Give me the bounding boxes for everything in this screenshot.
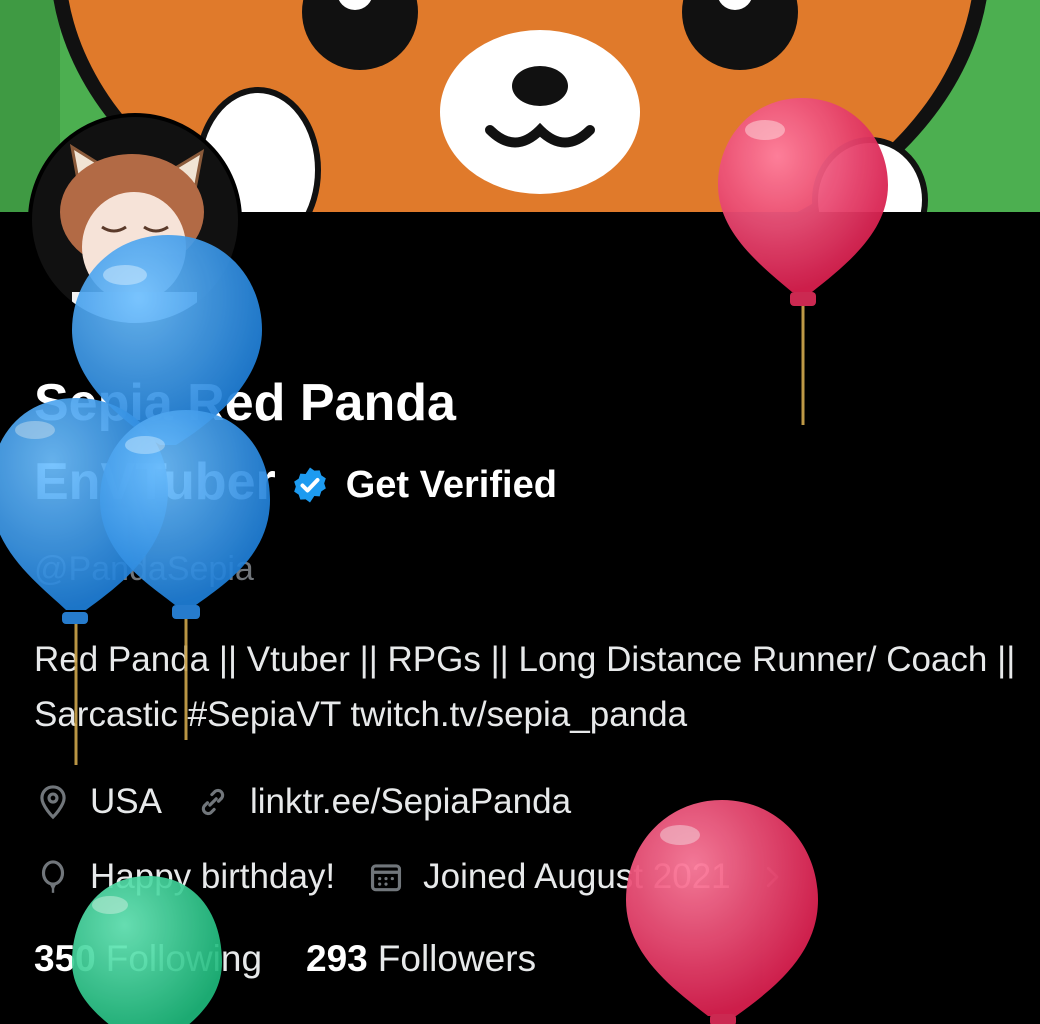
following-count: 350 <box>34 938 96 979</box>
avatar[interactable] <box>28 113 242 327</box>
location-text: USA <box>90 782 162 821</box>
display-name-line-2: EnVTuber <box>34 453 276 511</box>
location-pin-icon <box>40 785 66 820</box>
balloon-icon <box>41 860 65 893</box>
followers-link[interactable]: 293 Followers <box>306 938 536 980</box>
chevron-right-icon[interactable] <box>757 862 787 892</box>
display-name-line-2-row: EnVTuber Get Verified <box>34 452 557 515</box>
profile-meta-row-2: Happy birthday! Joined August 2021 <box>34 857 787 897</box>
follow-counts: 350 Following 293 Followers <box>34 938 536 980</box>
followers-label: Followers <box>377 938 537 979</box>
website-link[interactable]: linktr.ee/SepiaPanda <box>250 782 571 822</box>
joined-date-text: Joined August 2021 <box>423 857 731 896</box>
followers-count: 293 <box>306 938 368 979</box>
following-link[interactable]: 350 Following <box>34 938 262 980</box>
calendar-icon <box>371 864 402 892</box>
birthday-text: Happy birthday! <box>90 857 336 896</box>
link-icon <box>201 788 225 816</box>
profile-meta-row-1: USA linktr.ee/SepiaPanda <box>34 782 571 822</box>
display-name-line-1: Sepia Red Panda <box>34 374 456 432</box>
profile-bio: Red Panda || Vtuber || RPGs || Long Dist… <box>34 640 1016 734</box>
get-verified-button[interactable]: Get Verified <box>346 455 557 515</box>
following-label: Following <box>105 938 263 979</box>
balloon-red-bottom <box>626 800 818 1024</box>
verified-badge-icon[interactable] <box>290 465 330 505</box>
username-handle: @PandaSepia <box>34 550 254 588</box>
avatar-portrait <box>32 117 238 323</box>
